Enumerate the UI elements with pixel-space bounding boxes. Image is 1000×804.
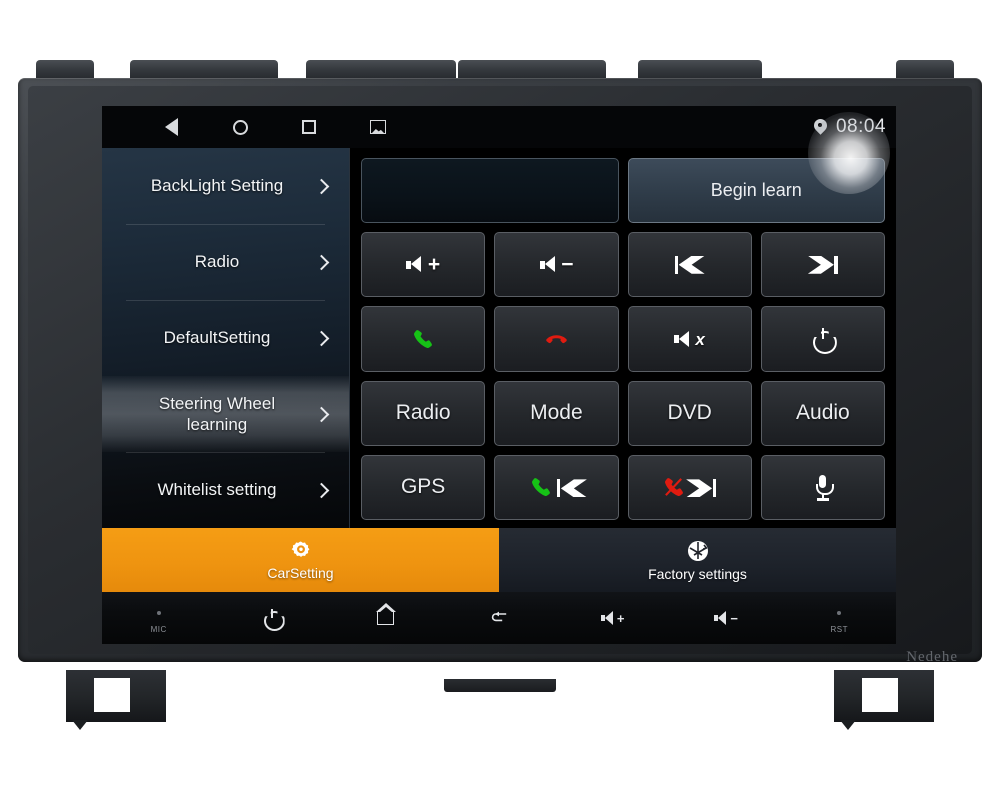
- chevron-right-icon: [313, 330, 330, 346]
- next-track-icon: [808, 255, 838, 274]
- tab-factory-settings[interactable]: Factory settings: [499, 528, 896, 592]
- hw-key-volume-up[interactable]: +: [556, 592, 669, 644]
- callend-next-button[interactable]: [627, 454, 752, 521]
- chevron-right-icon: [313, 178, 330, 194]
- end-call-icon: [545, 328, 568, 351]
- head-unit-device: 08:04 BackLight Setting Radio DefaultSet…: [18, 60, 982, 730]
- sidebar-item-steering-wheel-learning[interactable]: Steering Wheel learning: [102, 376, 349, 452]
- sidebar-item-radio[interactable]: Radio: [102, 224, 349, 300]
- mic-dot-icon: [156, 603, 161, 623]
- circle-home-icon[interactable]: [229, 116, 251, 138]
- sidebar-item-label: Radio: [194, 252, 240, 272]
- panel-row-2: x: [361, 306, 885, 372]
- settings-content: BackLight Setting Radio DefaultSetting S…: [102, 148, 896, 528]
- callend-next-icon: [663, 476, 717, 499]
- volume-up-icon: +: [600, 608, 624, 628]
- triangle-back-icon[interactable]: [160, 116, 182, 138]
- hw-key-mic[interactable]: MIC: [102, 592, 215, 644]
- tab-carsetting[interactable]: CarSetting: [102, 528, 499, 592]
- sidebar-item-label: Steering Wheel learning: [158, 393, 276, 434]
- previous-track-button[interactable]: [627, 232, 752, 298]
- status-clock: 08:04: [835, 116, 886, 137]
- answer-call-icon: [412, 328, 435, 351]
- sidebar-item-label: Whitelist setting: [157, 480, 277, 500]
- mute-icon: x: [674, 330, 705, 348]
- previous-track-icon: [674, 255, 705, 274]
- volume-down-icon: −: [539, 254, 573, 275]
- hw-key-label: MIC: [150, 624, 167, 634]
- android-status-bar: 08:04: [102, 106, 896, 148]
- settings-sidebar: BackLight Setting Radio DefaultSetting S…: [102, 148, 350, 528]
- chevron-right-icon: [313, 406, 330, 422]
- call-previous-icon: [530, 476, 583, 499]
- power-icon: [264, 608, 281, 628]
- image-icon[interactable]: [367, 116, 389, 138]
- mute-button[interactable]: x: [627, 306, 752, 372]
- volume-up-button[interactable]: +: [361, 232, 486, 298]
- mount-bracket-right: [834, 670, 934, 730]
- tab-label: Factory settings: [648, 565, 747, 582]
- power-button[interactable]: [760, 306, 885, 372]
- chevron-right-icon: [313, 482, 330, 498]
- sidebar-item-label: DefaultSetting: [163, 328, 271, 348]
- begin-learn-button[interactable]: Begin learn: [627, 158, 885, 224]
- power-icon: [812, 328, 834, 350]
- panel-row-1: + −: [361, 232, 885, 298]
- next-track-button[interactable]: [760, 232, 885, 298]
- hw-key-power[interactable]: [215, 592, 328, 644]
- touchscreen[interactable]: 08:04 BackLight Setting Radio DefaultSet…: [102, 106, 896, 592]
- hardware-key-strip: MIC + − RST: [102, 592, 896, 644]
- square-recents-icon[interactable]: [298, 116, 320, 138]
- sidebar-item-backlight-setting[interactable]: BackLight Setting: [102, 148, 349, 224]
- volume-down-button[interactable]: −: [494, 232, 619, 298]
- dvd-button[interactable]: DVD: [627, 380, 752, 446]
- gps-button[interactable]: GPS: [361, 454, 486, 521]
- gear-icon: [290, 540, 312, 562]
- steering-wheel-button-panel: Begin learn + − x Radio Mode DVD Audio G…: [350, 148, 896, 528]
- home-icon: [376, 603, 397, 628]
- hw-key-reset[interactable]: RST: [783, 592, 896, 644]
- audio-button[interactable]: Audio: [760, 380, 885, 446]
- mount-center-nub: [444, 679, 556, 692]
- panel-row-3: Radio Mode DVD Audio: [361, 380, 885, 446]
- learn-display-field[interactable]: [361, 158, 619, 224]
- mount-bracket-left: [66, 670, 166, 730]
- panel-row-top: Begin learn: [361, 158, 885, 224]
- microphone-icon: [814, 475, 834, 501]
- volume-up-icon: +: [406, 254, 440, 275]
- panel-row-4: GPS: [361, 454, 885, 521]
- radio-source-button[interactable]: Radio: [361, 380, 486, 446]
- brand-watermark: Nedehe: [906, 649, 958, 665]
- reset-dot-icon: [837, 603, 842, 623]
- call-previous-button[interactable]: [494, 454, 619, 521]
- android-nav-icons: [160, 116, 389, 138]
- mode-button[interactable]: Mode: [494, 380, 619, 446]
- status-right-cluster: 08:04: [814, 106, 886, 148]
- sidebar-item-label: BackLight Setting: [150, 176, 284, 196]
- chevron-right-icon: [313, 254, 330, 270]
- microphone-button[interactable]: [760, 454, 885, 521]
- factory-reset-icon: [686, 539, 710, 563]
- end-call-button[interactable]: [494, 306, 619, 372]
- hw-key-home[interactable]: [329, 592, 442, 644]
- sidebar-item-default-setting[interactable]: DefaultSetting: [102, 300, 349, 376]
- back-icon: [489, 608, 509, 628]
- hw-key-volume-down[interactable]: −: [669, 592, 782, 644]
- hw-key-back[interactable]: [442, 592, 555, 644]
- sidebar-item-whitelist-setting[interactable]: Whitelist setting: [102, 452, 349, 528]
- answer-call-button[interactable]: [361, 306, 486, 372]
- location-pin-icon: [814, 119, 827, 136]
- hw-key-label: RST: [830, 624, 848, 634]
- bottom-tab-bar: CarSetting Factory settings: [102, 528, 896, 592]
- tab-label: CarSetting: [267, 564, 334, 581]
- volume-down-icon: −: [714, 608, 738, 628]
